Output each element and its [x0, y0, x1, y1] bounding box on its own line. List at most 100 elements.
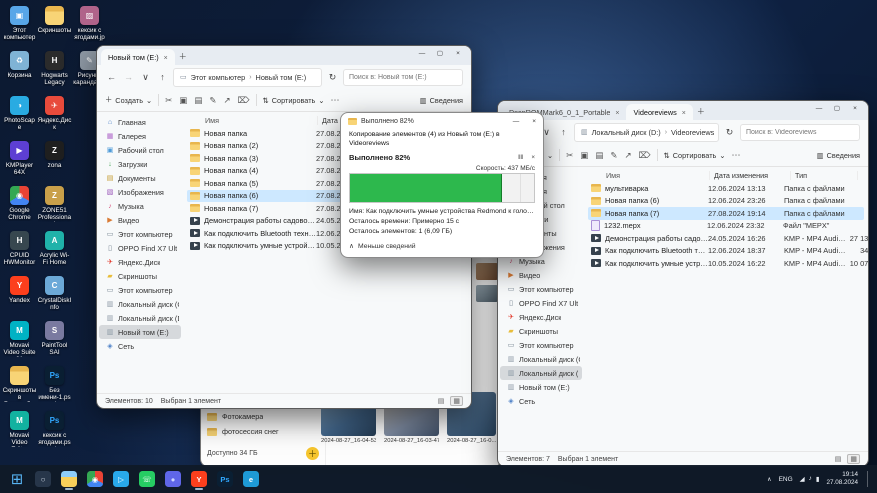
- sidebar-item[interactable]: ▧ Изображения: [97, 185, 183, 199]
- new-tab-button[interactable]: ＋: [179, 51, 187, 62]
- desktop-icon[interactable]: Ps Без имени-1.psd: [37, 364, 72, 409]
- new-button[interactable]: ＋ Создать ⌄: [105, 95, 152, 105]
- volume-icon[interactable]: ♪: [809, 475, 812, 483]
- forward-button[interactable]: →: [122, 72, 135, 82]
- sidebar-item[interactable]: ▰ Скриншоты: [498, 324, 584, 338]
- desktop-icon[interactable]: Y Yandex: [2, 274, 37, 319]
- minimize-button[interactable]: —: [513, 118, 520, 125]
- sidebar-item[interactable]: ▯ OPPO Find X7 Ult: [97, 241, 183, 255]
- recent-locations-button[interactable]: ∨: [139, 72, 152, 83]
- desktop-icon[interactable]: ▶ KMPlayer 64X: [2, 139, 37, 184]
- tab-close-icon[interactable]: [164, 53, 168, 62]
- details-view-button[interactable]: ▦: [847, 454, 860, 464]
- desktop-icon[interactable]: C CrystalDiskInfo: [37, 274, 72, 319]
- up-button[interactable]: ↑: [557, 127, 570, 137]
- copy-icon[interactable]: ▣: [580, 150, 588, 161]
- pause-button[interactable]: ‖‖: [518, 154, 523, 161]
- refresh-button[interactable]: ↻: [723, 127, 736, 138]
- desktop-icon[interactable]: ✈ Яндекс.Диск: [37, 94, 72, 139]
- column-header-size[interactable]: Размер: [858, 171, 869, 180]
- photo-thumbnail[interactable]: [476, 263, 498, 280]
- discord[interactable]: ●: [162, 468, 184, 490]
- rename-icon[interactable]: ✎: [610, 150, 617, 161]
- sidebar-item[interactable]: ◈ Сеть: [97, 339, 183, 353]
- yandex-folder-item[interactable]: фотосессия снег: [207, 424, 319, 439]
- share-icon[interactable]: ↗: [223, 95, 230, 106]
- sidebar-item[interactable]: ⌂ Главная: [97, 115, 183, 129]
- sidebar-item[interactable]: ▶ Видео: [498, 268, 584, 282]
- cut-icon[interactable]: ✂: [566, 150, 573, 161]
- paste-icon[interactable]: ▤: [595, 150, 603, 161]
- add-files-button[interactable]: ＋: [306, 447, 319, 460]
- search-input[interactable]: [343, 69, 463, 86]
- sidebar-item[interactable]: ▣ Рабочий стол: [97, 143, 183, 157]
- sidebar-item[interactable]: ▥ Локальный диск (D:): [500, 366, 582, 380]
- wifi-icon[interactable]: ◢: [800, 475, 805, 483]
- sidebar-item[interactable]: ▥ Новый том (E:): [99, 325, 181, 339]
- Демонстрация работы садового измельчителя[interactable]: Демонстрация работы садового измельчител…: [588, 232, 864, 245]
- close-button[interactable]: ×: [449, 46, 467, 60]
- sidebar-item[interactable]: ▤ Документы: [97, 171, 183, 185]
- yandex-folder-item[interactable]: Фотокамера: [207, 409, 319, 424]
- start-button[interactable]: ⊞: [6, 468, 28, 490]
- column-header-name[interactable]: Имя: [588, 171, 710, 180]
- edge[interactable]: e: [240, 468, 262, 490]
- tab-close-icon[interactable]: [615, 108, 619, 117]
- desktop-icon[interactable]: Ps кексик с ягодами.psd: [37, 409, 72, 454]
- sidebar-item[interactable]: ♪ Музыка: [97, 199, 183, 213]
- sort-button[interactable]: ⇅ Сортировать ⌄: [664, 151, 726, 160]
- sidebar-item[interactable]: ▥ Локальный диск (C:): [97, 297, 183, 311]
- column-header-date[interactable]: Дата изменения: [710, 171, 791, 180]
- desktop-icon[interactable]: Z ZONE51 Professional: [37, 184, 72, 229]
- sidebar-item[interactable]: ▰ Скриншоты: [97, 269, 183, 283]
- hidden-icons-chevron[interactable]: ∧: [767, 476, 771, 483]
- share-icon[interactable]: ↗: [624, 150, 631, 161]
- desktop-icon[interactable]: H CPUID HWMonitor: [2, 229, 37, 274]
- sidebar-item[interactable]: ▭ Этот компьютер: [97, 227, 183, 241]
- less-details-button[interactable]: ∧ Меньше сведений: [349, 242, 535, 250]
- sidebar-item[interactable]: ▭ Этот компьютер: [97, 283, 183, 297]
- breadcrumb-current[interactable]: Videoreviews: [671, 128, 714, 137]
- maximize-button[interactable]: ▢: [828, 101, 846, 115]
- maximize-button[interactable]: ▢: [431, 46, 449, 60]
- file-explorer[interactable]: [58, 468, 80, 490]
- desktop-icon[interactable]: ◑ PhotoScape: [2, 94, 37, 139]
- sidebar-item[interactable]: ▯ OPPO Find X7 Ult: [498, 296, 584, 310]
- telegram[interactable]: ▷: [110, 468, 132, 490]
- sidebar-item[interactable]: ▭ Этот компьютер: [498, 338, 584, 352]
- tab[interactable]: Новый том (E:): [101, 49, 175, 65]
- cut-icon[interactable]: ✂: [165, 95, 172, 106]
- sidebar-item[interactable]: ✈ Яндекс.Диск: [498, 310, 584, 324]
- copy-icon[interactable]: ▣: [179, 95, 187, 106]
- desktop-icon[interactable]: S PaintTool SAI: [37, 319, 72, 364]
- 1232.mepx[interactable]: 1232.mepx 12.06.2024 23:32 Файл "MEPX" 2…: [588, 220, 864, 233]
- desktop-icon[interactable]: ♻ Корзина: [2, 49, 37, 94]
- google-chrome[interactable]: ◉: [84, 468, 106, 490]
- search-input[interactable]: [740, 124, 860, 141]
- up-button[interactable]: ↑: [156, 72, 169, 82]
- show-desktop-button[interactable]: [867, 471, 871, 488]
- minimize-button[interactable]: —: [413, 46, 431, 60]
- tab-close-icon[interactable]: [682, 108, 686, 117]
- sidebar-item[interactable]: ▭ Этот компьютер: [498, 282, 584, 296]
- delete-icon[interactable]: ⌦: [639, 150, 651, 161]
- back-button[interactable]: ←: [105, 72, 118, 82]
- list-view-button[interactable]: ▤: [435, 396, 448, 406]
- rename-icon[interactable]: ✎: [209, 95, 216, 106]
- close-button[interactable]: ×: [532, 118, 536, 125]
- sort-button[interactable]: ⇅ Сортировать ⌄: [263, 96, 325, 105]
- desktop-icon[interactable]: ▣ Этот компьютер: [2, 4, 37, 49]
- sidebar-item[interactable]: ▥ Локальный диск (D:): [97, 311, 183, 325]
- yandex-browser[interactable]: Y: [188, 468, 210, 490]
- delete-icon[interactable]: ⌦: [238, 95, 250, 106]
- minimize-button[interactable]: —: [810, 101, 828, 115]
- photo-thumbnail[interactable]: [476, 285, 498, 302]
- tab[interactable]: Videoreviews: [626, 104, 692, 120]
- list-view-button[interactable]: ▤: [832, 454, 845, 464]
- desktop-icon[interactable]: M Movavi Video Editor: [2, 409, 37, 454]
- breadcrumb-root[interactable]: Этот компьютер: [191, 73, 246, 82]
- new-tab-button[interactable]: ＋: [697, 106, 705, 117]
- Как подключить Bluetooth технику REDMOND[interactable]: Как подключить Bluetooth технику REDMOND…: [588, 245, 864, 258]
- Как подключить умные устройства Redmond[interactable]: Как подключить умные устройства Redmond …: [588, 257, 864, 270]
- sidebar-item[interactable]: ▶ Видео: [97, 213, 183, 227]
